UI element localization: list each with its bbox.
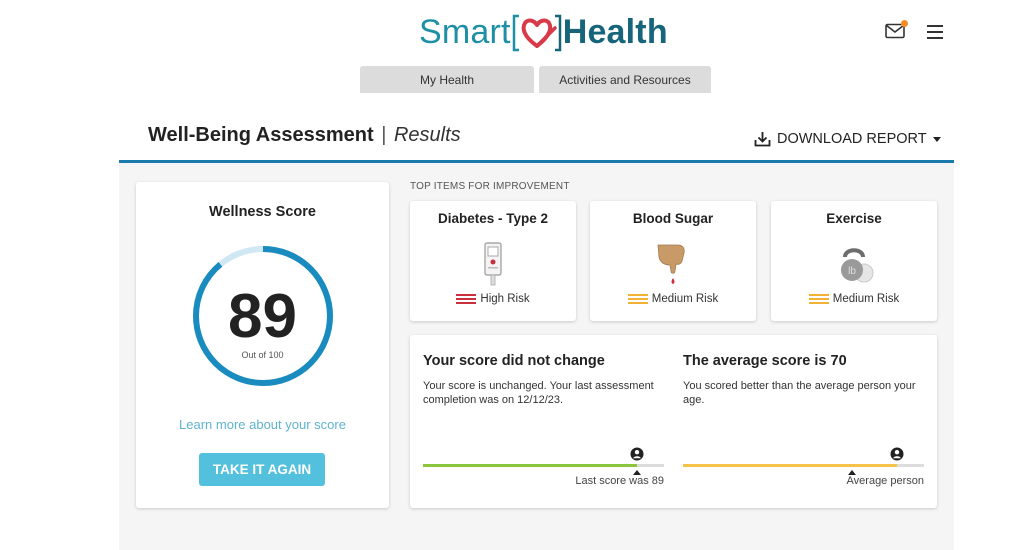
improvement-card-title: Blood Sugar: [632, 211, 714, 226]
hamburger-menu-icon[interactable]: [927, 25, 943, 39]
risk-level: Medium Risk: [771, 293, 937, 305]
average-person-caption: Average person: [846, 475, 924, 487]
chevron-down-icon: [932, 136, 941, 142]
medium-risk-indicator-icon: [627, 294, 648, 304]
logo-health-text: Health: [562, 12, 668, 51]
score-change-section: Your score did not change Your score is …: [423, 335, 668, 508]
page-title-main: Well-Being Assessment: [148, 124, 374, 146]
medium-risk-indicator-icon: [808, 294, 829, 304]
wellness-score-card: Wellness Score 89 Out of 100 Learn more …: [136, 182, 389, 508]
wellness-score-title: Wellness Score: [209, 204, 316, 220]
download-report-label: DOWNLOAD REPORT: [777, 131, 927, 147]
download-report-button[interactable]: DOWNLOAD REPORT: [754, 131, 941, 147]
page-subtitle: Results: [393, 124, 461, 146]
average-score-section: The average score is 70 You scored bette…: [683, 335, 928, 508]
top-items-label: TOP ITEMS FOR IMPROVEMENT: [410, 181, 570, 192]
app-header: Smart Health: [0, 0, 1035, 62]
tab-my-health[interactable]: My Health: [360, 66, 534, 93]
improvement-card-diabetes[interactable]: Diabetes - Type 2 High Risk: [410, 201, 576, 321]
heart-icon: [512, 14, 561, 52]
score-comparison-card: Your score did not change Your score is …: [410, 335, 937, 508]
improvement-card-title: Exercise: [826, 211, 882, 226]
average-score-title: The average score is 70: [683, 353, 847, 369]
risk-level-label: Medium Risk: [832, 293, 900, 305]
tab-activities-resources[interactable]: Activities and Resources: [539, 66, 711, 93]
user-icon: [630, 447, 644, 461]
finger-blood-drop-icon: [657, 244, 685, 284]
smarthealth-logo[interactable]: Smart Health: [419, 10, 668, 54]
glucose-meter-icon: [484, 242, 502, 286]
last-score-caption: Last score was 89: [575, 475, 664, 487]
page-title: Well-Being Assessment | Results: [148, 124, 461, 147]
average-score-text: You scored better than the average perso…: [683, 380, 916, 406]
svg-text:lb: lb: [848, 266, 856, 277]
score-change-text: Your score is unchanged. Your last asses…: [423, 380, 654, 406]
improvement-card-title: Diabetes - Type 2: [437, 211, 549, 226]
score-change-fill: [423, 464, 638, 467]
average-score-fill: [683, 464, 898, 467]
score-change-track: [423, 464, 664, 467]
improvement-card-blood-sugar[interactable]: Blood Sugar Medium Risk: [590, 201, 756, 321]
logo-smart-text: Smart: [419, 12, 511, 51]
notification-dot: [901, 20, 908, 27]
risk-level-label: Medium Risk: [651, 293, 719, 305]
title-separator: |: [381, 124, 387, 146]
risk-level: Medium Risk: [590, 293, 756, 305]
average-score-track: [683, 464, 924, 467]
wellness-score-out-of: Out of 100: [241, 350, 284, 360]
high-risk-indicator-icon: [456, 294, 477, 304]
score-change-title: Your score did not change: [423, 353, 605, 369]
wellness-score-value: 89: [228, 282, 297, 351]
improvement-card-exercise[interactable]: Exercise lb Medium Risk: [771, 201, 937, 321]
download-icon: [754, 132, 771, 147]
take-it-again-button[interactable]: TAKE IT AGAIN: [199, 453, 325, 486]
user-icon: [890, 447, 904, 461]
kettlebell-icon: lb: [841, 248, 874, 283]
risk-level-label: High Risk: [480, 293, 530, 305]
risk-level: High Risk: [410, 293, 576, 305]
main-tabs: My Health Activities and Resources: [360, 66, 711, 93]
learn-more-link[interactable]: Learn more about your score: [136, 417, 389, 432]
